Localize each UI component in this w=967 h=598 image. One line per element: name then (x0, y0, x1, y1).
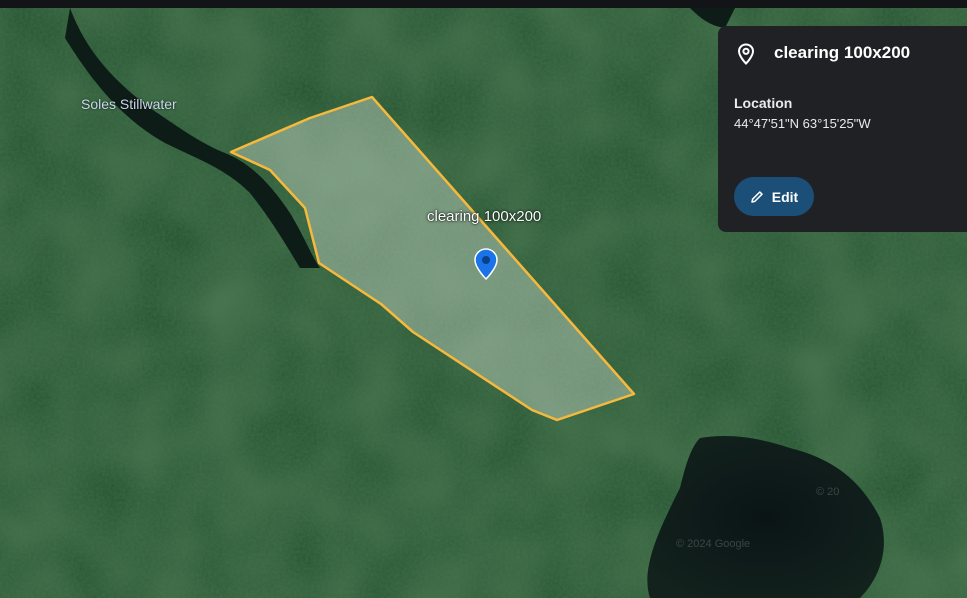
edit-button[interactable]: Edit (734, 177, 814, 216)
map-attribution-partial: © 20 (816, 486, 840, 498)
coordinates-text: 44°47'51"N 63°15'25"W (734, 116, 871, 131)
panel-title: clearing 100x200 (774, 43, 911, 62)
polygon-label: clearing 100x200 (427, 208, 542, 225)
map-pin-icon[interactable] (474, 248, 498, 280)
pencil-icon (751, 190, 763, 203)
place-info-panel: clearing 100x200 Location 44°47'51"N 63°… (718, 26, 967, 232)
location-pin-icon (737, 43, 755, 65)
top-bar (0, 0, 967, 8)
edit-button-label: Edit (771, 188, 799, 205)
location-heading: Location (734, 95, 793, 111)
map-attribution: © 2024 Google (676, 538, 751, 550)
place-label: Soles Stillwater (81, 96, 177, 112)
